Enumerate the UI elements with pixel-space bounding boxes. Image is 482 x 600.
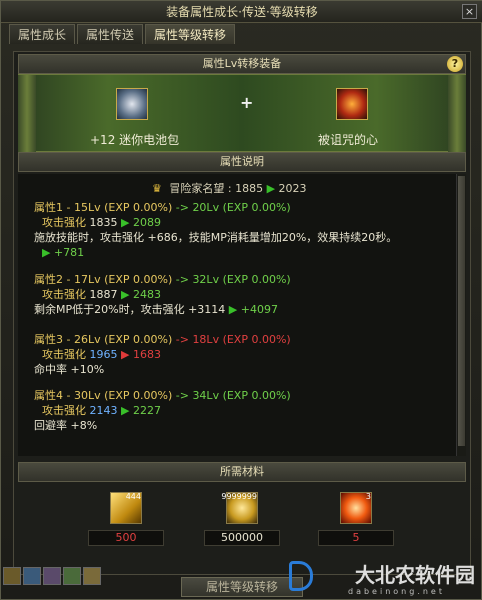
- tab-attribute-growth[interactable]: 属性成长: [9, 24, 76, 44]
- property-1-result: 20Lv (EXP 0.00%): [192, 201, 291, 214]
- quick-slot-icon[interactable]: [63, 567, 81, 585]
- quick-slot-bar: [3, 567, 101, 585]
- gold-bars-icon: 444: [110, 492, 142, 524]
- property-3-stat-label: 攻击强化: [42, 348, 86, 361]
- property-2-stat-label: 攻击强化: [42, 288, 86, 301]
- increase-arrow-icon: ▶: [121, 404, 130, 417]
- property-1-extra-line: 施放技能时，攻击强化 +686，技能MP消耗量增加20%，效果持续20秒。: [34, 231, 398, 244]
- property-2-extra-line: 剩余MP低于20%时，攻击强化 +3114: [34, 303, 226, 316]
- transfer-section-header: 属性Lv转移装备 ?: [18, 54, 466, 74]
- property-2-stat-to: 2483: [132, 288, 161, 301]
- property-4-stat-to: 2227: [132, 404, 161, 417]
- material-item-2[interactable]: 9999999 500000: [204, 492, 280, 546]
- property-4-stat-label: 攻击强化: [42, 404, 86, 417]
- increase-arrow-icon: ▶: [228, 303, 238, 316]
- quick-slot-icon[interactable]: [3, 567, 21, 585]
- increase-arrow-icon: ▶: [266, 182, 276, 195]
- property-2: 属性2 - 17Lv (EXP 0.00%) -> 32Lv (EXP 0.00…: [34, 272, 291, 317]
- property-1-title: 属性1 - 15Lv (EXP 0.00%): [34, 201, 173, 214]
- target-item-name: 被诅咒的心: [318, 133, 379, 147]
- transfer-scroll-banner: + +12 迷你电池包 被诅咒的心: [18, 74, 466, 153]
- description-section-header: 属性说明: [18, 152, 466, 172]
- decrease-arrow-icon: ▶: [121, 348, 130, 361]
- fame-from: 1885: [235, 182, 264, 195]
- property-4-arrow: ->: [175, 389, 189, 402]
- quick-slot-icon[interactable]: [43, 567, 61, 585]
- materials-section-header: 所需材料: [18, 462, 466, 482]
- property-3-result: 18Lv (EXP 0.00%): [192, 333, 291, 346]
- material-item-3[interactable]: 3 5: [318, 492, 394, 546]
- property-1-stat-to: 2089: [132, 216, 161, 229]
- property-2-result: 32Lv (EXP 0.00%): [192, 273, 291, 286]
- materials-section-title: 所需材料: [220, 465, 264, 478]
- property-2-arrow: ->: [175, 273, 189, 286]
- tab-bar: 属性成长 属性传送 属性等级转移: [9, 24, 236, 44]
- scroll-left-end: [18, 75, 36, 153]
- source-item-name: +12 迷你电池包: [90, 133, 180, 147]
- list-scrollbar[interactable]: [456, 174, 466, 456]
- property-2-stat-from: 1887: [89, 288, 118, 301]
- source-item-slot-battery-icon[interactable]: [116, 88, 148, 120]
- plus-icon: +: [240, 93, 254, 112]
- property-1-extra-value: +781: [53, 246, 85, 259]
- transfer-section-title: 属性Lv转移装备: [202, 57, 282, 70]
- fame-row: ♛ 冒险家名望 : 1885 ▶ 2023: [152, 180, 307, 196]
- property-4-extra-line: 回避率 +8%: [34, 419, 98, 432]
- increase-arrow-icon: ▶: [121, 288, 130, 301]
- scrollbar-thumb[interactable]: [458, 176, 465, 446]
- window-titlebar[interactable]: 装备属性成长·传送·等级转移 ×: [1, 1, 482, 23]
- property-3: 属性3 - 26Lv (EXP 0.00%) -> 18Lv (EXP 0.00…: [34, 332, 291, 377]
- fame-to: 2023: [278, 182, 307, 195]
- property-1: 属性1 - 15Lv (EXP 0.00%) -> 20Lv (EXP 0.00…: [34, 200, 397, 260]
- property-3-stat-to: 1683: [132, 348, 161, 361]
- material-1-badge: 444: [125, 492, 141, 501]
- watermark-subtext: dabeinong.net: [348, 587, 445, 596]
- property-4: 属性4 - 30Lv (EXP 0.00%) -> 34Lv (EXP 0.00…: [34, 388, 291, 433]
- property-4-result: 34Lv (EXP 0.00%): [192, 389, 291, 402]
- material-3-count: 5: [318, 530, 394, 546]
- level-transfer-button[interactable]: 属性等级转移: [181, 577, 303, 597]
- tab-attribute-level-transfer[interactable]: 属性等级转移: [145, 24, 236, 44]
- scroll-right-end: [448, 75, 466, 153]
- tab-attribute-transfer[interactable]: 属性传送: [77, 24, 144, 44]
- property-3-title: 属性3 - 26Lv (EXP 0.00%): [34, 333, 173, 346]
- material-item-1[interactable]: 444 500: [88, 492, 164, 546]
- material-2-count: 500000: [204, 530, 280, 546]
- help-icon[interactable]: ?: [447, 56, 463, 72]
- property-3-arrow: ->: [175, 333, 189, 346]
- increase-arrow-icon: ▶: [42, 246, 51, 259]
- property-4-stat-from: 2143: [89, 404, 118, 417]
- material-2-badge: 9999999: [221, 492, 257, 501]
- close-button[interactable]: ×: [462, 4, 477, 19]
- property-1-stat-from: 1835: [89, 216, 118, 229]
- quick-slot-icon[interactable]: [83, 567, 101, 585]
- watermark-logo-icon: [289, 561, 313, 591]
- gold-coins-icon: 9999999: [221, 492, 258, 524]
- crown-icon: ♛: [152, 182, 162, 195]
- property-2-title: 属性2 - 17Lv (EXP 0.00%): [34, 273, 173, 286]
- property-2-extra-value: +4097: [240, 303, 278, 316]
- property-4-title: 属性4 - 30Lv (EXP 0.00%): [34, 389, 173, 402]
- target-item-slot-heart-icon[interactable]: [336, 88, 368, 120]
- property-1-arrow: ->: [175, 201, 189, 214]
- attribute-transfer-window: 装备属性成长·传送·等级转移 × 属性成长 属性传送 属性等级转移 属性Lv转移…: [0, 0, 482, 600]
- description-section-title: 属性说明: [220, 155, 264, 168]
- watermark-text: 大北农软件园: [355, 563, 475, 587]
- increase-arrow-icon: ▶: [121, 216, 130, 229]
- fame-label: 冒险家名望 :: [169, 182, 232, 195]
- property-1-stat-label: 攻击强化: [42, 216, 86, 229]
- attribute-description-list[interactable]: ♛ 冒险家名望 : 1885 ▶ 2023 属性1 - 15Lv (EXP 0.…: [18, 174, 466, 456]
- property-3-extra-line: 命中率 +10%: [34, 363, 105, 376]
- material-3-badge: 3: [365, 492, 371, 501]
- window-title: 装备属性成长·传送·等级转移: [166, 5, 318, 19]
- flame-orb-icon: 3: [340, 492, 372, 524]
- main-panel: 属性Lv转移装备 ? + +12 迷你电池包 被诅咒的心 属性说明 ♛ 冒险家名…: [13, 51, 471, 575]
- quick-slot-icon[interactable]: [23, 567, 41, 585]
- material-1-count: 500: [88, 530, 164, 546]
- property-3-stat-from: 1965: [89, 348, 118, 361]
